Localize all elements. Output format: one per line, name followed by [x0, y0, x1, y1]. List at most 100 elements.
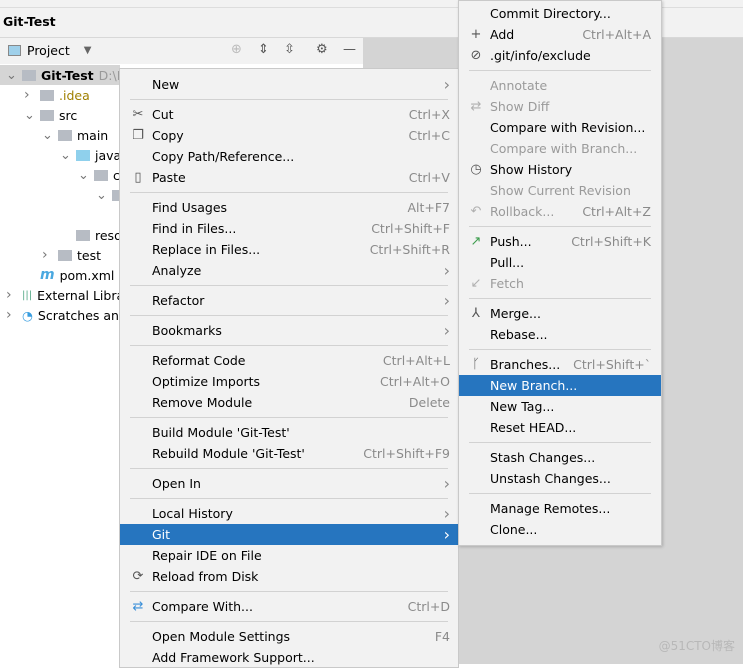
git-item-pull[interactable]: Pull... [459, 252, 661, 273]
menu-item-cut[interactable]: ✂ Cut Ctrl+X [120, 104, 458, 125]
locate-icon[interactable]: ⊕ [231, 42, 242, 57]
menu-item-label: Merge... [490, 306, 541, 321]
menu-item-refactor[interactable]: Refactor › [120, 290, 458, 311]
tree-item[interactable]: ● [0, 205, 120, 225]
chevron-down-icon[interactable]: ⌄ [78, 168, 89, 183]
menu-item-analyze[interactable]: Analyze › [120, 260, 458, 281]
git-item-merge[interactable]: ⅄ Merge... [459, 303, 661, 324]
menu-item-reformat-code[interactable]: Reformat Code Ctrl+Alt+L [120, 350, 458, 371]
tree-item[interactable]: ⌄ Git-TestD:\ID [0, 65, 120, 85]
menu-item-build-module-git-test[interactable]: Build Module 'Git-Test' [120, 422, 458, 443]
chevron-down-icon[interactable]: ⌄ [24, 108, 35, 123]
tree-item[interactable]: › test [0, 245, 120, 265]
collapse-all-icon[interactable]: ⇳ [284, 42, 295, 57]
separator-line [130, 285, 448, 286]
chevron-right-icon[interactable]: › [42, 247, 48, 263]
minimize-icon[interactable]: — [343, 42, 356, 57]
separator-line [469, 70, 651, 71]
folder-icon [40, 89, 54, 101]
tree-item[interactable]: ⌄ c [0, 165, 120, 185]
separator-line [469, 298, 651, 299]
tree-item[interactable]: reso [0, 225, 120, 245]
tree-item[interactable]: ⌄ java [0, 145, 120, 165]
folder-icon [94, 169, 108, 181]
separator-line [469, 226, 651, 227]
menu-item-local-history[interactable]: Local History › [120, 503, 458, 524]
chevron-down-icon[interactable]: ⌄ [6, 68, 17, 83]
menu-item-label: Remove Module [152, 395, 253, 410]
chevron-right-icon: › [443, 474, 450, 493]
menu-item-open-in[interactable]: Open In › [120, 473, 458, 494]
tree-item[interactable]: › ◔ Scratches and [0, 305, 120, 325]
git-item-push[interactable]: ↗ Push... Ctrl+Shift+K [459, 231, 661, 252]
menu-item-label: Rebase... [490, 327, 548, 342]
menu-item-open-module-settings[interactable]: Open Module Settings F4 [120, 626, 458, 647]
menu-item-shortcut: Ctrl+V [408, 170, 450, 185]
menu-item-find-usages[interactable]: Find Usages Alt+F7 [120, 197, 458, 218]
chevron-right-icon[interactable]: › [6, 287, 12, 303]
menu-item-paste[interactable]: ▯ Paste Ctrl+V [120, 167, 458, 188]
chevron-down-icon[interactable]: ⌄ [96, 188, 107, 203]
git-item-new-branch[interactable]: New Branch... [459, 375, 661, 396]
tree-item[interactable]: ⌄ main [0, 125, 120, 145]
git-item-new-tag[interactable]: New Tag... [459, 396, 661, 417]
menu-item-replace-in-files[interactable]: Replace in Files... Ctrl+Shift+R [120, 239, 458, 260]
menu-separator [459, 345, 661, 354]
library-icon: ||| [22, 289, 33, 301]
menu-item-remove-module[interactable]: Remove Module Delete [120, 392, 458, 413]
menu-item-optimize-imports[interactable]: Optimize Imports Ctrl+Alt+O [120, 371, 458, 392]
menu-item-shortcut: Alt+F7 [407, 200, 450, 215]
git-item-rebase[interactable]: Rebase... [459, 324, 661, 345]
chevron-down-icon[interactable]: ⌄ [60, 148, 71, 163]
copy-icon: ❐ [132, 128, 144, 143]
menu-item-rebuild-module-git-test[interactable]: Rebuild Module 'Git-Test' Ctrl+Shift+F9 [120, 443, 458, 464]
menu-item-repair-ide-on-file[interactable]: Repair IDE on File [120, 545, 458, 566]
git-item-reset-head[interactable]: Reset HEAD... [459, 417, 661, 438]
git-item-add[interactable]: + Add Ctrl+Alt+A [459, 24, 661, 45]
menu-item-git[interactable]: Git › [120, 524, 458, 545]
chevron-down-icon[interactable]: ⌄ [42, 128, 53, 143]
menu-item-reload-from-disk[interactable]: ⟳ Reload from Disk [120, 566, 458, 587]
menu-separator [459, 222, 661, 231]
menu-item-shortcut: Ctrl+Alt+O [380, 374, 450, 389]
git-item-git-info-exclude[interactable]: ⊘ .git/info/exclude [459, 45, 661, 66]
tree-item[interactable]: › .idea [0, 85, 120, 105]
menu-item-label: Find in Files... [152, 221, 237, 236]
tree-item[interactable]: ⌄ src [0, 105, 120, 125]
menu-item-label: Open Module Settings [152, 629, 291, 644]
menu-item-copy[interactable]: ❐ Copy Ctrl+C [120, 125, 458, 146]
menu-item-copy-path-reference[interactable]: Copy Path/Reference... [120, 146, 458, 167]
chevron-right-icon[interactable]: › [24, 87, 30, 103]
tree-item-label: java [95, 147, 120, 163]
menu-item-bookmarks[interactable]: Bookmarks › [120, 320, 458, 341]
rollback-icon: ↶ [470, 204, 482, 219]
menu-separator [459, 294, 661, 303]
tree-item[interactable]: m pom.xml [0, 265, 120, 285]
git-item-manage-remotes[interactable]: Manage Remotes... [459, 498, 661, 519]
menu-item-add-framework-support[interactable]: Add Framework Support... [120, 647, 458, 668]
menu-item-find-in-files[interactable]: Find in Files... Ctrl+Shift+F [120, 218, 458, 239]
project-view-selector[interactable]: Project ▼ [8, 43, 91, 58]
separator-line [469, 442, 651, 443]
expand-all-icon[interactable]: ⇕ [258, 42, 269, 57]
menu-item-shortcut: Ctrl+Alt+A [582, 27, 651, 42]
git-item-branches[interactable]: ᚴ Branches... Ctrl+Shift+` [459, 354, 661, 375]
tree-item[interactable]: › ||| External Libra [0, 285, 120, 305]
git-item-clone[interactable]: Clone... [459, 519, 661, 540]
menu-item-label: Copy [152, 128, 184, 143]
menu-separator [459, 489, 661, 498]
gear-icon[interactable]: ⚙ [316, 42, 328, 57]
menu-item-label: Add [490, 27, 515, 42]
git-item-stash-changes[interactable]: Stash Changes... [459, 447, 661, 468]
menu-item-label: New Tag... [490, 399, 555, 414]
chevron-right-icon[interactable]: › [6, 307, 12, 323]
git-item-show-history[interactable]: ◷ Show History [459, 159, 661, 180]
menu-item-label: Annotate [490, 78, 548, 93]
git-item-unstash-changes[interactable]: Unstash Changes... [459, 468, 661, 489]
push-arrow-icon: ↗ [470, 234, 482, 249]
git-item-commit-directory[interactable]: Commit Directory... [459, 3, 661, 24]
menu-item-compare-with[interactable]: ⇄ Compare With... Ctrl+D [120, 596, 458, 617]
git-item-compare-with-revision[interactable]: Compare with Revision... [459, 117, 661, 138]
tree-item[interactable]: ⌄ [0, 185, 120, 205]
menu-item-new[interactable]: New › [120, 74, 458, 95]
